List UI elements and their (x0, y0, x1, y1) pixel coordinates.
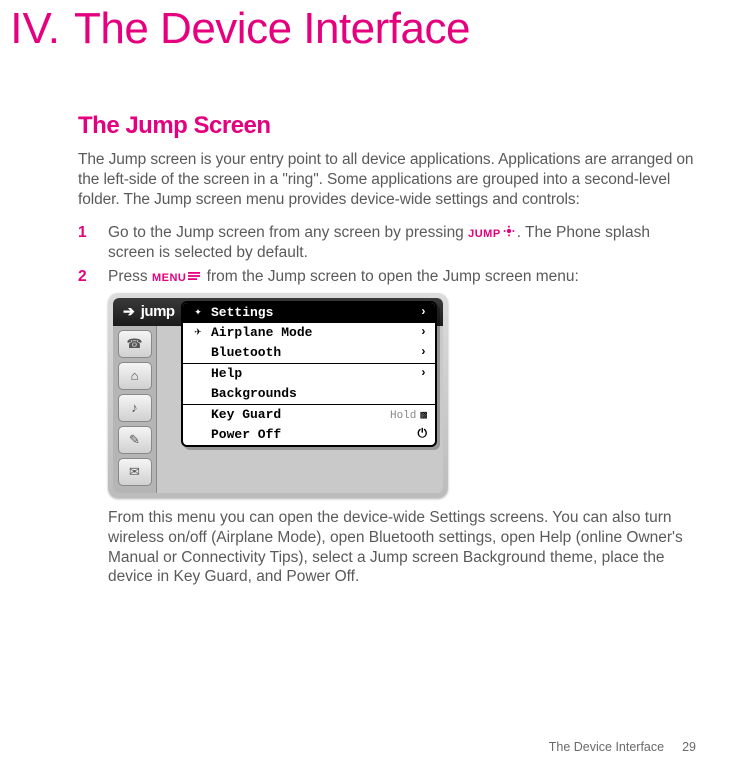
airplane-icon: ✈ (191, 325, 205, 340)
sidebar-app-icon: ✉ (118, 458, 152, 486)
jump-icon (502, 223, 516, 243)
menu-label: Help (211, 366, 242, 383)
section-title: The Jump Screen (78, 112, 696, 140)
jump-menu-panel: ✦ Settings › ✈ Airplane Mode › Bluetooth (181, 301, 437, 447)
step-followup-paragraph: From this menu you can open the device-w… (108, 508, 696, 587)
titlebar-arrow-icon: ➔ (123, 303, 135, 321)
menu-label: Power Off (211, 427, 281, 444)
step-text-pre: Press (108, 268, 152, 285)
menu-item-poweroff[interactable]: Power Off ⏻ (183, 425, 435, 445)
step-number: 2 (78, 267, 88, 587)
menu-label: Backgrounds (211, 386, 297, 403)
chevron-right-icon: › (420, 325, 427, 340)
keyguard-hint: Hold (390, 410, 416, 422)
chevron-right-icon: › (420, 345, 427, 360)
step-2: 2 Press MENU from the Jump screen to ope… (78, 267, 696, 587)
menu-item-backgrounds[interactable]: Backgrounds (183, 384, 435, 404)
done-icon: ▩ (420, 410, 427, 422)
gear-icon: ✦ (191, 305, 205, 320)
device-sidebar: ☎ ⌂ ♪ ✎ ✉ (113, 326, 157, 493)
titlebar-label: jump (141, 302, 175, 321)
step-1: 1 Go to the Jump screen from any screen … (78, 223, 696, 263)
sidebar-app-icon: ♪ (118, 394, 152, 422)
menu-keyword: MENU (152, 272, 186, 284)
sidebar-app-icon: ⌂ (118, 362, 152, 390)
device-screenshot: ➔ jump ☎ ⌂ ♪ ✎ ✉ (108, 293, 448, 498)
step-text-post: from the Jump screen to open the Jump sc… (202, 268, 579, 285)
chevron-right-icon: › (420, 305, 427, 320)
page-number: 29 (682, 740, 696, 754)
jump-keyword: JUMP (468, 229, 501, 241)
intro-paragraph: The Jump screen is your entry point to a… (78, 150, 696, 209)
chapter-heading: IV. The Device Interface (0, 0, 696, 54)
menu-item-settings[interactable]: ✦ Settings › (183, 303, 435, 323)
chevron-right-icon: › (420, 366, 427, 381)
sidebar-app-icon: ☎ (118, 330, 152, 358)
menu-label: Key Guard (211, 407, 281, 424)
menu-icon (187, 267, 201, 287)
footer-label: The Device Interface (549, 740, 664, 754)
menu-item-airplane[interactable]: ✈ Airplane Mode › (183, 323, 435, 343)
menu-label: Settings (211, 305, 273, 322)
step-body: Press MENU from the Jump screen to open … (108, 267, 696, 587)
menu-item-bluetooth[interactable]: Bluetooth › (183, 343, 435, 363)
chapter-title: The Device Interface (74, 4, 470, 54)
menu-label: Bluetooth (211, 345, 281, 362)
menu-item-help[interactable]: Help › (183, 364, 435, 384)
power-icon: ⏻ (418, 427, 428, 442)
step-body: Go to the Jump screen from any screen by… (108, 223, 696, 263)
sidebar-app-icon: ✎ (118, 426, 152, 454)
menu-item-keyguard[interactable]: Key Guard Hold ▩ (183, 405, 435, 425)
step-text-pre: Go to the Jump screen from any screen by… (108, 225, 468, 242)
page-footer: The Device Interface 29 (549, 740, 696, 754)
menu-label: Airplane Mode (211, 325, 312, 342)
step-number: 1 (78, 223, 88, 263)
chapter-number: IV. (0, 4, 60, 54)
